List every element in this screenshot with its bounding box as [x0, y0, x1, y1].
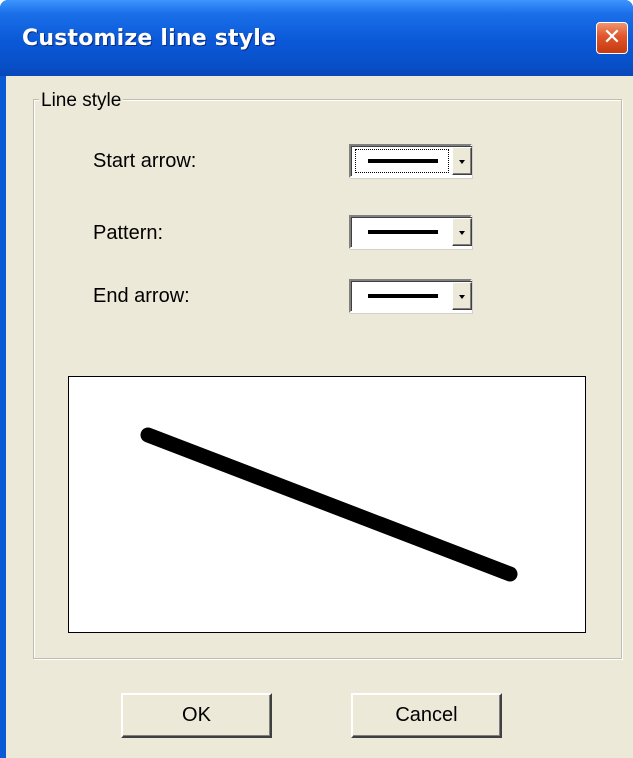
- combo-frame: [351, 217, 472, 247]
- start-arrow-dropdown-button[interactable]: [452, 147, 472, 175]
- pattern-selected-value: [356, 221, 448, 243]
- dialog-window: Customize line style ✕ Line style Start …: [0, 0, 633, 758]
- dialog-body: Line style Start arrow: Pattern: End arr…: [6, 76, 633, 758]
- start-arrow-selected-value: [355, 149, 449, 173]
- solid-line-sample: [368, 159, 438, 163]
- groupbox-label: Line style: [39, 90, 124, 112]
- combo-frame: [351, 281, 472, 311]
- pattern-dropdown[interactable]: [349, 215, 472, 249]
- combo-frame: [351, 146, 472, 176]
- title-bar[interactable]: Customize line style ✕: [0, 0, 633, 76]
- chevron-down-icon: [459, 160, 465, 164]
- end-arrow-dropdown-button[interactable]: [452, 282, 472, 310]
- window-title: Customize line style: [22, 26, 277, 51]
- cancel-button[interactable]: Cancel: [351, 693, 502, 738]
- solid-line-sample: [368, 230, 438, 234]
- preview-line: [140, 427, 518, 582]
- pattern-label: Pattern:: [93, 222, 164, 244]
- end-arrow-dropdown[interactable]: [349, 279, 472, 313]
- line-preview-canvas: [140, 427, 518, 582]
- line-preview-panel: [68, 376, 586, 633]
- close-icon: ✕: [602, 25, 622, 50]
- pattern-dropdown-button[interactable]: [452, 218, 472, 246]
- start-arrow-dropdown[interactable]: [349, 144, 472, 178]
- end-arrow-selected-value: [356, 285, 448, 307]
- start-arrow-label: Start arrow:: [93, 150, 197, 172]
- ok-button[interactable]: OK: [121, 693, 272, 738]
- solid-line-sample: [368, 294, 438, 298]
- close-button[interactable]: ✕: [596, 22, 628, 54]
- end-arrow-label: End arrow:: [93, 285, 190, 307]
- chevron-down-icon: [459, 231, 465, 235]
- chevron-down-icon: [459, 295, 465, 299]
